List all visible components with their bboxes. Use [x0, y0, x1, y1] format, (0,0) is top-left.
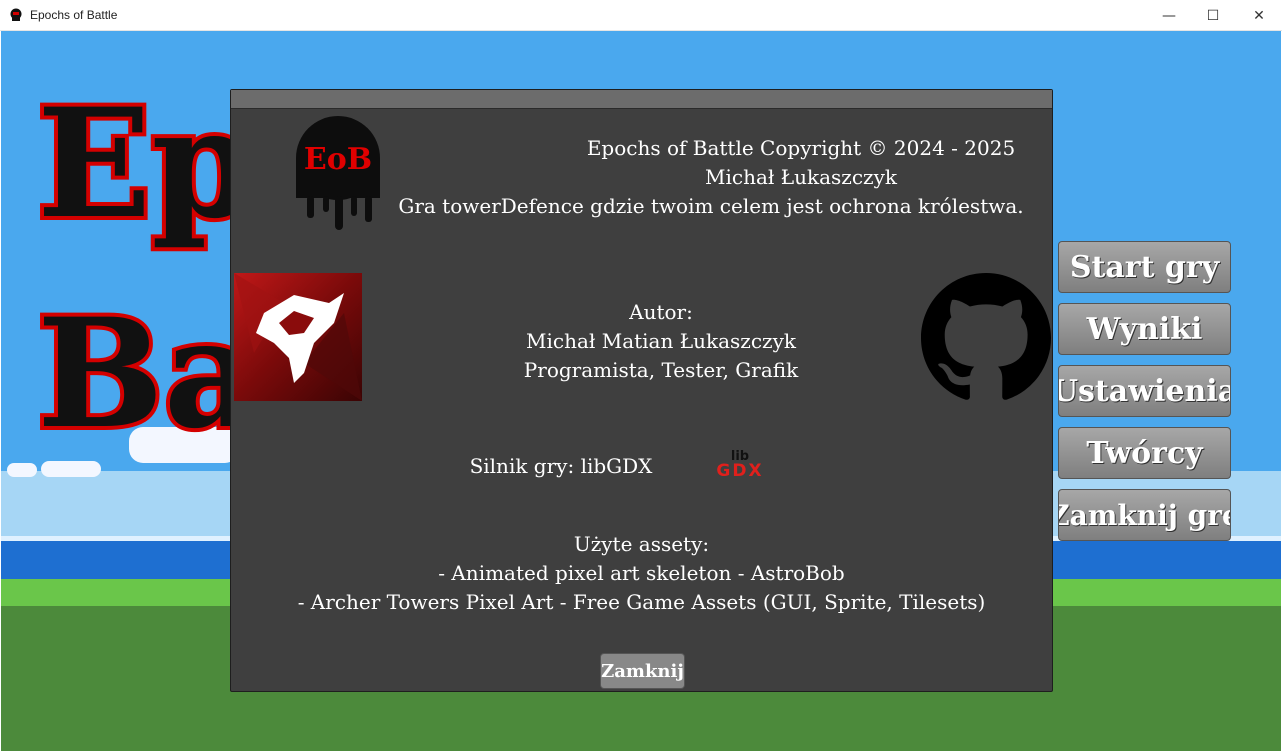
copyright-title: Epochs of Battle Copyright © 2024 - 2025 — [586, 136, 1016, 160]
github-icon[interactable] — [921, 273, 1051, 403]
start-game-button[interactable]: Start gry — [1058, 241, 1231, 293]
asset-item-2: - Archer Towers Pixel Art - Free Game As… — [297, 590, 986, 614]
author-name: Michał Matian Łukaszczyk — [526, 329, 796, 353]
window-titlebar: Epochs of Battle — ☐ ✕ — [0, 0, 1282, 31]
cloud — [41, 461, 101, 477]
assets-heading: Użyte assety: — [573, 532, 710, 556]
scores-button[interactable]: Wyniki — [1058, 303, 1231, 355]
engine-label: Silnik gry: libGDX — [469, 454, 653, 478]
settings-button[interactable]: Ustawienia — [1058, 365, 1231, 417]
copyright-author: Michał Łukaszczyk — [705, 165, 897, 189]
minimize-button[interactable]: — — [1146, 0, 1192, 31]
app-icon — [10, 8, 22, 21]
game-scene: Ep Ba Start gry Wyniki Ustawienia Twórcy… — [1, 31, 1281, 751]
window-title: Epochs of Battle — [30, 8, 118, 22]
close-dialog-button[interactable]: Zamknij — [600, 653, 685, 689]
libgdx-logo-bottom: GDX — [716, 461, 763, 480]
game-title-line1: Ep — [33, 76, 260, 252]
cloud — [7, 463, 37, 477]
libgdx-logo: lib GDX — [716, 449, 763, 480]
game-description: Gra towerDefence gdzie twoim celem jest … — [398, 194, 1024, 218]
close-window-button[interactable]: ✕ — [1236, 0, 1282, 31]
quit-game-button[interactable]: Zamknij grę — [1058, 489, 1231, 541]
maximize-button[interactable]: ☐ — [1190, 0, 1236, 31]
wolf-logo — [234, 273, 362, 401]
author-heading: Autor: — [629, 300, 693, 324]
game-title-line2: Ba — [33, 286, 265, 462]
dialog-header — [231, 90, 1052, 109]
author-roles: Programista, Tester, Grafik — [523, 358, 799, 382]
eob-logo-text: EoB — [304, 142, 372, 177]
credits-dialog: EoB Epochs of Battle Copyright © 2024 - … — [230, 89, 1053, 692]
credits-button[interactable]: Twórcy — [1058, 427, 1231, 479]
asset-item-1: - Animated pixel art skeleton - AstroBob — [438, 561, 845, 585]
